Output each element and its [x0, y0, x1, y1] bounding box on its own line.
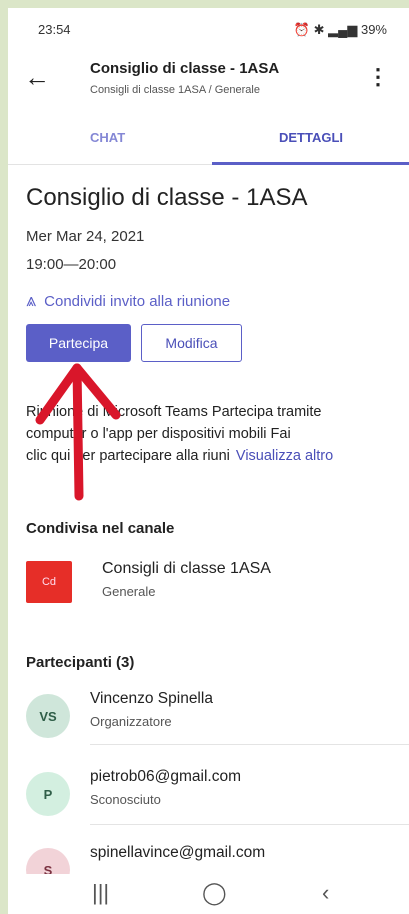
- back-nav-icon[interactable]: ‹: [322, 880, 329, 906]
- phone-screen: 23:54 ⏰ ✱ ▂▄▆ 39% ← Consiglio di classe …: [8, 8, 409, 914]
- status-time: 23:54: [38, 22, 71, 37]
- meeting-date: Mer Mar 24, 2021: [26, 228, 145, 245]
- participant-name: pietrob06@gmail.com: [90, 768, 241, 785]
- join-button[interactable]: Partecipa: [26, 324, 131, 362]
- participant-role: Sconosciuto: [90, 792, 161, 807]
- channel-name[interactable]: Consigli di classe 1ASA: [102, 560, 271, 578]
- tab-bar: CHAT DETTAGLI: [8, 116, 409, 165]
- more-vertical-icon[interactable]: ⋮: [367, 64, 389, 90]
- active-tab-indicator: [212, 162, 409, 165]
- tab-details[interactable]: DETTAGLI: [279, 130, 343, 145]
- share-invite-link[interactable]: ⩓ Condividi invito alla riunione: [26, 290, 230, 311]
- meeting-title: Consiglio di classe - 1ASA: [26, 184, 308, 211]
- app-bar: ← Consiglio di classe - 1ASA Consigli di…: [8, 48, 409, 108]
- avatar: VS: [26, 694, 70, 738]
- description-line: computer o l'app per dispositivi mobili …: [26, 426, 291, 442]
- avatar: P: [26, 772, 70, 816]
- system-nav-bar: ||| ◯ ‹: [8, 874, 409, 914]
- divider: [90, 744, 409, 745]
- participants-heading: Partecipanti (3): [26, 654, 135, 671]
- breadcrumb: Consigli di classe 1ASA / Generale: [90, 84, 260, 96]
- share-icon: ⩓: [26, 290, 37, 310]
- meeting-time: 19:00—20:00: [26, 256, 117, 273]
- description-line: Riunione di Microsoft Teams Partecipa tr…: [26, 404, 322, 420]
- tab-chat[interactable]: CHAT: [90, 130, 125, 145]
- participant-role: Organizzatore: [90, 714, 172, 729]
- recents-icon[interactable]: |||: [92, 880, 109, 906]
- participant-name: Vincenzo Spinella: [90, 690, 213, 707]
- channel-avatar: Cd: [26, 561, 72, 603]
- channel-sub: Generale: [102, 584, 156, 599]
- channel-section-heading: Condivisa nel canale: [26, 520, 175, 537]
- meeting-description: Riunione di Microsoft Teams Partecipa tr…: [26, 401, 406, 467]
- divider: [90, 824, 409, 825]
- description-text: clic qui per partecipare alla riuni: [26, 448, 230, 464]
- participant-name: spinellavince@gmail.com: [90, 844, 266, 861]
- page-title: Consiglio di classe - 1ASA: [90, 60, 280, 77]
- participant-row[interactable]: P pietrob06@gmail.com Sconosciuto: [8, 762, 409, 832]
- arrow-left-icon[interactable]: ←: [24, 64, 50, 90]
- status-right: ⏰ ✱ ▂▄▆ 39%: [293, 22, 387, 37]
- description-line: clic qui per partecipare alla riuni Visua…: [26, 445, 406, 467]
- battery-level: 39%: [360, 22, 387, 37]
- share-invite-label: Condividi invito alla riunione: [44, 293, 231, 310]
- see-more-link[interactable]: Visualizza altro: [236, 448, 333, 464]
- home-icon[interactable]: ◯: [202, 880, 227, 906]
- status-bar: 23:54 ⏰ ✱ ▂▄▆ 39%: [8, 8, 409, 44]
- edit-button[interactable]: Modifica: [141, 324, 242, 362]
